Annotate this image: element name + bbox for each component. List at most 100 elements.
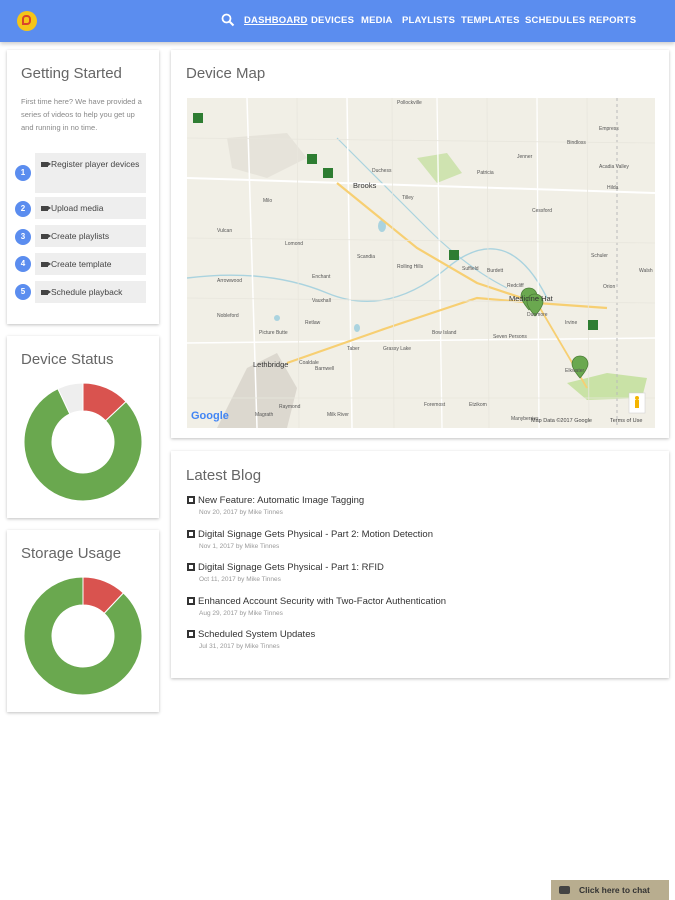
step-label: Upload media: [51, 203, 104, 213]
map-place-label: Lomond: [285, 241, 304, 247]
blog-post[interactable]: New Feature: Automatic Image Tagging Nov…: [187, 495, 637, 516]
map-place-label: Suffield: [462, 266, 479, 272]
map-place-label: Enchant: [312, 274, 331, 280]
chat-label[interactable]: Click here to chat: [579, 885, 650, 895]
map-place-label: Vulcan: [217, 228, 233, 234]
map-place-label: Arrowwood: [217, 278, 243, 284]
nav-schedules[interactable]: SCHEDULES: [525, 15, 585, 26]
getting-started-intro: First time here? We have provided a seri…: [21, 97, 142, 132]
blog-post-title[interactable]: Scheduled System Updates: [198, 629, 315, 640]
document-icon: [187, 597, 195, 605]
map-place-label: Burdett: [487, 268, 504, 274]
step-number: 1: [15, 165, 31, 181]
map-place-label: Grassy Lake: [383, 346, 412, 352]
nav-playlists[interactable]: PLAYLISTS: [402, 15, 455, 26]
latest-blog-title: Latest Blog: [186, 467, 262, 484]
nav-devices[interactable]: DEVICES: [311, 15, 354, 26]
video-camera-icon: [41, 290, 51, 295]
map-terrain: [187, 98, 655, 428]
blog-post[interactable]: Digital Signage Gets Physical - Part 2: …: [187, 529, 637, 550]
map-place-label: Etzikom: [469, 402, 487, 408]
map-place-label: Rolling Hills: [397, 264, 424, 270]
blog-post[interactable]: Enhanced Account Security with Two-Facto…: [187, 596, 637, 617]
step-upload-media-button[interactable]: Upload media: [35, 197, 146, 219]
video-camera-icon: [41, 234, 51, 239]
blog-post-title[interactable]: Digital Signage Gets Physical - Part 1: …: [198, 562, 384, 573]
map-place-label: Acadia Valley: [599, 164, 629, 170]
device-status-title: Device Status: [21, 351, 114, 368]
blog-post-meta: Nov 20, 2017 by Mike Tinnes: [199, 509, 283, 516]
map-place-label: Pollockville: [397, 100, 422, 106]
document-icon: [187, 496, 195, 504]
map-place-label: Milk River: [327, 412, 349, 418]
video-camera-icon: [41, 206, 51, 211]
map-place-label: Cessford: [532, 208, 553, 214]
blog-post-title[interactable]: Enhanced Account Security with Two-Facto…: [198, 596, 446, 607]
map-place-label: Hilda: [607, 185, 619, 191]
blog-post-title[interactable]: New Feature: Automatic Image Tagging: [198, 495, 364, 506]
getting-started-card: Getting Started First time here? We have…: [7, 50, 159, 324]
step-register-devices-button[interactable]: Register player devices: [35, 153, 146, 193]
step-create-playlists-button[interactable]: Create playlists: [35, 225, 146, 247]
blog-post[interactable]: Scheduled System Updates Jul 31, 2017 by…: [187, 629, 637, 650]
step-number: 4: [15, 256, 31, 272]
step-label: Create playlists: [51, 231, 110, 241]
step-number: 2: [15, 201, 31, 217]
document-icon: [187, 630, 195, 638]
blog-post[interactable]: Digital Signage Gets Physical - Part 1: …: [187, 562, 637, 583]
map-place-label: Bindloss: [567, 140, 586, 146]
video-camera-icon: [41, 262, 51, 267]
getting-started-title: Getting Started: [21, 65, 122, 82]
nav-dashboard[interactable]: DASHBOARD: [244, 15, 308, 26]
app-logo[interactable]: [17, 11, 37, 31]
map-place-label: Bow Island: [432, 330, 457, 336]
nav-media[interactable]: MEDIA: [361, 15, 393, 26]
map-place-label: Orion: [603, 284, 616, 290]
blog-post-meta: Jul 31, 2017 by Mike Tinnes: [199, 643, 280, 650]
device-status-card: Device Status: [7, 336, 159, 518]
google-logo: Google: [191, 410, 229, 422]
map-place-label: Walsh: [639, 268, 653, 274]
map-city-label: Medicine Hat: [509, 294, 553, 303]
map-place-label: Empress: [599, 126, 619, 132]
blog-post-meta: Aug 29, 2017 by Mike Tinnes: [199, 610, 283, 617]
map-place-label: Milo: [263, 198, 273, 204]
map-place-label: Nobleford: [217, 313, 239, 319]
map-place-label: Picture Butte: [259, 330, 288, 336]
donut-segment: [23, 576, 143, 696]
map-place-label: Barnwell: [315, 366, 335, 372]
device-status-donut-chart: [23, 382, 143, 502]
nav-reports[interactable]: REPORTS: [589, 15, 636, 26]
map-place-label: Jenner: [517, 154, 533, 160]
storage-usage-donut-chart: [23, 576, 143, 696]
storage-usage-title: Storage Usage: [21, 545, 122, 562]
map-terms-link[interactable]: Terms of Use: [610, 418, 642, 424]
map-place-label: Tilley: [402, 195, 414, 201]
map-place-label: Retlaw: [305, 320, 321, 326]
latest-blog-card: Latest Blog New Feature: Automatic Image…: [171, 451, 669, 678]
step-number: 3: [15, 229, 31, 245]
map-place-label: Magrath: [255, 412, 274, 418]
chat-button[interactable]: Click here to chat: [551, 880, 669, 900]
step-create-template-button[interactable]: Create template: [35, 253, 146, 275]
map-data-attribution: Map Data ©2017 Google: [531, 418, 592, 424]
step-schedule-playback-button[interactable]: Schedule playback: [35, 281, 146, 303]
search-icon[interactable]: [221, 13, 235, 27]
map-place-label: Duchess: [372, 168, 392, 174]
map-city-label: Lethbridge: [253, 360, 289, 369]
device-map[interactable]: Medicine Hat Lethbridge Brooks Pollockvi…: [187, 98, 655, 428]
nav-templates[interactable]: TEMPLATES: [461, 15, 520, 26]
device-map-card: Device Map Medicine Hat Lethbridge Brook…: [171, 50, 669, 438]
map-place-label: Elkwater: [565, 368, 585, 374]
map-place-label: Foremost: [424, 402, 446, 408]
step-label: Schedule playback: [51, 287, 123, 297]
map-place-label: Scandia: [357, 254, 376, 260]
map-place-label: Vauxhall: [312, 298, 331, 304]
blog-post-title[interactable]: Digital Signage Gets Physical - Part 2: …: [198, 529, 433, 540]
chat-bubble-icon: [559, 886, 570, 894]
document-icon: [187, 530, 195, 538]
map-place-label: Dunmore: [527, 312, 548, 318]
device-map-title: Device Map: [186, 65, 266, 82]
step-number: 5: [15, 284, 31, 300]
video-camera-icon: [41, 162, 51, 167]
